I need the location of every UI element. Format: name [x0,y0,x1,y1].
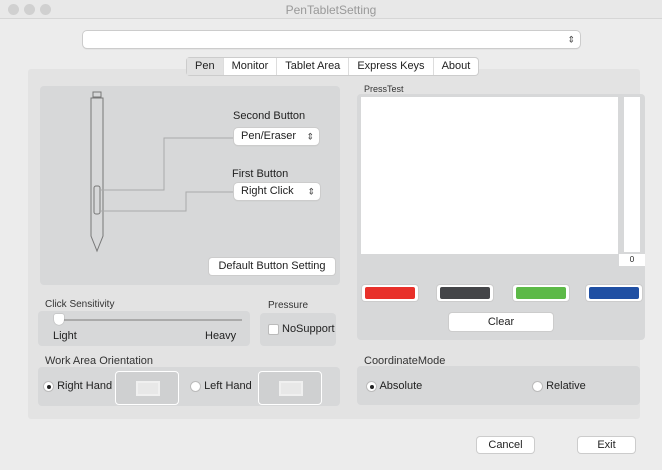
radio-selected-icon [366,380,377,392]
click-sensitivity-slider-thumb[interactable] [54,314,64,325]
second-button-value: Pen/Eraser [241,130,297,142]
color-red-button[interactable] [362,285,418,301]
click-sensitivity-label: Click Sensitivity [45,299,115,310]
first-button-select[interactable]: Right Click ⇕ [234,183,320,200]
red-swatch [365,287,415,299]
light-label: Light [53,330,77,342]
work-area-orientation-label: Work Area Orientation [45,355,154,367]
color-blue-button[interactable] [586,285,642,301]
presstest-canvas[interactable] [361,97,618,254]
second-button-label: Second Button [233,110,306,122]
tab-pen[interactable]: Pen [187,58,224,75]
clear-button[interactable]: Clear [449,313,553,331]
cancel-button[interactable]: Cancel [477,437,534,453]
first-button-label: First Button [232,168,289,180]
pressure-label: Pressure [268,300,309,311]
dark-gray-swatch [440,287,490,299]
exit-button[interactable]: Exit [578,437,635,453]
relative-radio[interactable]: Relative [532,380,586,392]
radio-selected-icon [43,380,54,392]
heavy-label: Heavy [205,330,237,342]
chevron-updown-icon: ⇕ [307,186,315,196]
second-button-select[interactable]: Pen/Eraser ⇕ [234,128,319,145]
left-hand-preview-icon [258,371,322,405]
radio-unselected-icon [532,380,543,392]
tab-monitor[interactable]: Monitor [224,58,278,75]
chevron-updown-icon: ⇕ [567,34,575,44]
default-button-setting-button[interactable]: Default Button Setting [209,258,335,275]
window-title: PenTabletSetting [285,3,377,17]
color-green-button[interactable] [513,285,569,301]
tab-tablet-area[interactable]: Tablet Area [277,58,350,75]
left-hand-radio[interactable]: Left Hand [190,380,252,392]
tab-about[interactable]: About [434,58,479,75]
tab-express-keys[interactable]: Express Keys [349,58,434,75]
absolute-radio[interactable]: Absolute [366,380,422,392]
device-select[interactable]: ⇕ [83,31,580,48]
radio-unselected-icon [190,380,201,392]
tab-bar: Pen Monitor Tablet Area Express Keys Abo… [187,58,479,75]
pressure-value: 0 [619,254,645,266]
click-sensitivity-slider-track[interactable] [56,319,242,321]
left-hand-label: Left Hand [204,380,252,392]
blue-swatch [589,287,639,299]
pressure-meter-bar [624,97,640,252]
chevron-updown-icon: ⇕ [306,131,314,141]
presstest-label: PressTest [364,84,404,94]
right-hand-radio[interactable]: Right Hand [43,380,112,392]
green-swatch [516,287,566,299]
nosupport-label: NoSupport [282,323,335,335]
first-button-value: Right Click [241,185,294,197]
absolute-label: Absolute [379,380,423,392]
color-dark-gray-button[interactable] [437,285,493,301]
right-hand-preview-icon [115,371,179,405]
relative-label: Relative [546,380,586,392]
right-hand-label: Right Hand [57,380,113,392]
nosupport-checkbox[interactable] [268,324,279,335]
